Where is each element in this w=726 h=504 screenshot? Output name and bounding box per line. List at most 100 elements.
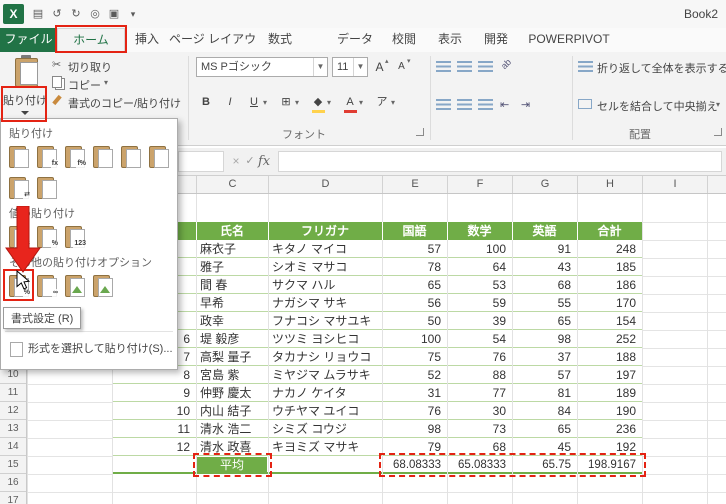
cell-score[interactable]: 252 xyxy=(579,330,636,348)
sheet-icon xyxy=(42,180,57,199)
cell-score[interactable]: 54 xyxy=(449,330,506,348)
cell-score[interactable]: 100 xyxy=(384,330,441,348)
cell-name[interactable]: 宮島 紫 xyxy=(200,366,266,384)
cell-score[interactable]: 190 xyxy=(579,402,636,420)
annotation-box-average-label xyxy=(193,453,272,477)
paste-no-borders-icon[interactable] xyxy=(119,143,143,169)
cell-name[interactable]: 雅子 xyxy=(200,258,266,276)
cell-score[interactable]: 84 xyxy=(514,402,571,420)
gridline xyxy=(27,402,112,403)
header-cell[interactable]: 合計 xyxy=(577,222,642,240)
paste-picture-icon[interactable] xyxy=(63,272,87,298)
cell-score[interactable]: 185 xyxy=(579,258,636,276)
paste-merge-conditional-formatting-icon[interactable] xyxy=(35,174,59,200)
cell-kana[interactable]: キヨミズ マサキ xyxy=(272,438,380,456)
cell-score[interactable]: 76 xyxy=(449,348,506,366)
cell-score[interactable]: 39 xyxy=(449,312,506,330)
cell-score[interactable]: 68 xyxy=(514,276,571,294)
paste-keep-source-formatting-icon[interactable] xyxy=(91,143,115,169)
cell-score[interactable]: 31 xyxy=(384,384,441,402)
cell-name[interactable]: 内山 結子 xyxy=(200,402,266,420)
cell-score[interactable]: 43 xyxy=(514,258,571,276)
cell-kana[interactable]: キタノ マイコ xyxy=(272,240,380,258)
cell-score[interactable]: 154 xyxy=(579,312,636,330)
cell-number[interactable]: 12 xyxy=(112,438,190,456)
cell-score[interactable]: 248 xyxy=(579,240,636,258)
cell-name[interactable]: 麻衣子 xyxy=(200,240,266,258)
cell-score[interactable]: 73 xyxy=(449,420,506,438)
paste-linked-picture-icon[interactable] xyxy=(91,272,115,298)
cell-name[interactable]: 政幸 xyxy=(200,312,266,330)
paste-formulas-number-formatting-icon[interactable]: f% xyxy=(63,143,87,169)
cell-score[interactable]: 81 xyxy=(514,384,571,402)
header-cell[interactable]: 氏名 xyxy=(196,222,268,240)
paste-keep-column-widths-icon[interactable] xyxy=(147,143,171,169)
cell-score[interactable]: 88 xyxy=(449,366,506,384)
cell-kana[interactable]: ナカノ ケイタ xyxy=(272,384,380,402)
cell-score[interactable]: 76 xyxy=(384,402,441,420)
cell-kana[interactable]: フナコシ マサユキ xyxy=(272,312,380,330)
paste-special-item[interactable]: 形式を選択して貼り付け(S)... xyxy=(1,337,177,361)
header-cell[interactable]: 数学 xyxy=(447,222,512,240)
cell-score[interactable]: 56 xyxy=(384,294,441,312)
cell-kana[interactable]: タカナシ リョウコ xyxy=(272,348,380,366)
cell-kana[interactable]: ミヤジマ ムラサキ xyxy=(272,366,380,384)
cell-number[interactable]: 10 xyxy=(112,402,190,420)
cell-score[interactable]: 50 xyxy=(384,312,441,330)
icon-glyph: 123 xyxy=(73,240,87,248)
cell-kana[interactable]: シオミ マサコ xyxy=(272,258,380,276)
cell-score[interactable]: 98 xyxy=(514,330,571,348)
cell-score[interactable]: 57 xyxy=(514,366,571,384)
gridline xyxy=(642,474,726,475)
paste-formulas-icon[interactable]: fx xyxy=(35,143,59,169)
cell-kana[interactable]: シミズ コウジ xyxy=(272,420,380,438)
cell-score[interactable]: 100 xyxy=(449,240,506,258)
cell-name[interactable]: 清水 浩二 xyxy=(200,420,266,438)
cell-score[interactable]: 52 xyxy=(384,366,441,384)
cell-score[interactable]: 59 xyxy=(449,294,506,312)
header-cell[interactable]: フリガナ xyxy=(268,222,382,240)
cell-name[interactable]: 高梨 量子 xyxy=(200,348,266,366)
gridline xyxy=(642,438,726,439)
cell-score[interactable]: 98 xyxy=(384,420,441,438)
header-cell[interactable]: 英語 xyxy=(512,222,577,240)
gridline xyxy=(642,348,726,349)
cell-name[interactable]: 早希 xyxy=(200,294,266,312)
cell-score[interactable]: 30 xyxy=(449,402,506,420)
cell-score[interactable]: 189 xyxy=(579,384,636,402)
cell-name[interactable]: 堤 毅彦 xyxy=(200,330,266,348)
cell-score[interactable]: 65 xyxy=(514,312,571,330)
gridline xyxy=(27,420,112,421)
cell-score[interactable]: 197 xyxy=(579,366,636,384)
cell-score[interactable]: 57 xyxy=(384,240,441,258)
gridline xyxy=(642,492,726,493)
tooltip: 書式設定 (R) xyxy=(3,307,81,329)
cell-score[interactable]: 186 xyxy=(579,276,636,294)
cell-score[interactable]: 170 xyxy=(579,294,636,312)
cell-kana[interactable]: ナガシマ サキ xyxy=(272,294,380,312)
cell-name[interactable]: 仲野 慶太 xyxy=(200,384,266,402)
cell-number[interactable]: 11 xyxy=(112,420,190,438)
cell-kana[interactable]: ウチヤマ ユイコ xyxy=(272,402,380,420)
cell-score[interactable]: 55 xyxy=(514,294,571,312)
paste-values-source-formatting-icon[interactable]: 123 xyxy=(63,223,87,249)
cell-score[interactable]: 64 xyxy=(449,258,506,276)
cell-score[interactable]: 77 xyxy=(449,384,506,402)
cell-name[interactable]: 間 春 xyxy=(200,276,266,294)
cell-score[interactable]: 236 xyxy=(579,420,636,438)
cell-kana[interactable]: ツツミ ヨシヒコ xyxy=(272,330,380,348)
cell-score[interactable]: 65 xyxy=(384,276,441,294)
header-cell[interactable]: 国語 xyxy=(382,222,447,240)
cell-score[interactable]: 188 xyxy=(579,348,636,366)
paste-icon[interactable] xyxy=(7,143,31,169)
cell-kana[interactable]: サクマ ハル xyxy=(272,276,380,294)
cell-score[interactable]: 78 xyxy=(384,258,441,276)
cell-score[interactable]: 91 xyxy=(514,240,571,258)
cell-score[interactable]: 53 xyxy=(449,276,506,294)
cell-number[interactable]: 9 xyxy=(112,384,190,402)
cell-score[interactable]: 65 xyxy=(514,420,571,438)
cell-score[interactable]: 75 xyxy=(384,348,441,366)
paste-transpose-icon[interactable]: ⇄ xyxy=(7,174,31,200)
cell-score[interactable]: 37 xyxy=(514,348,571,366)
gridline xyxy=(642,330,726,331)
